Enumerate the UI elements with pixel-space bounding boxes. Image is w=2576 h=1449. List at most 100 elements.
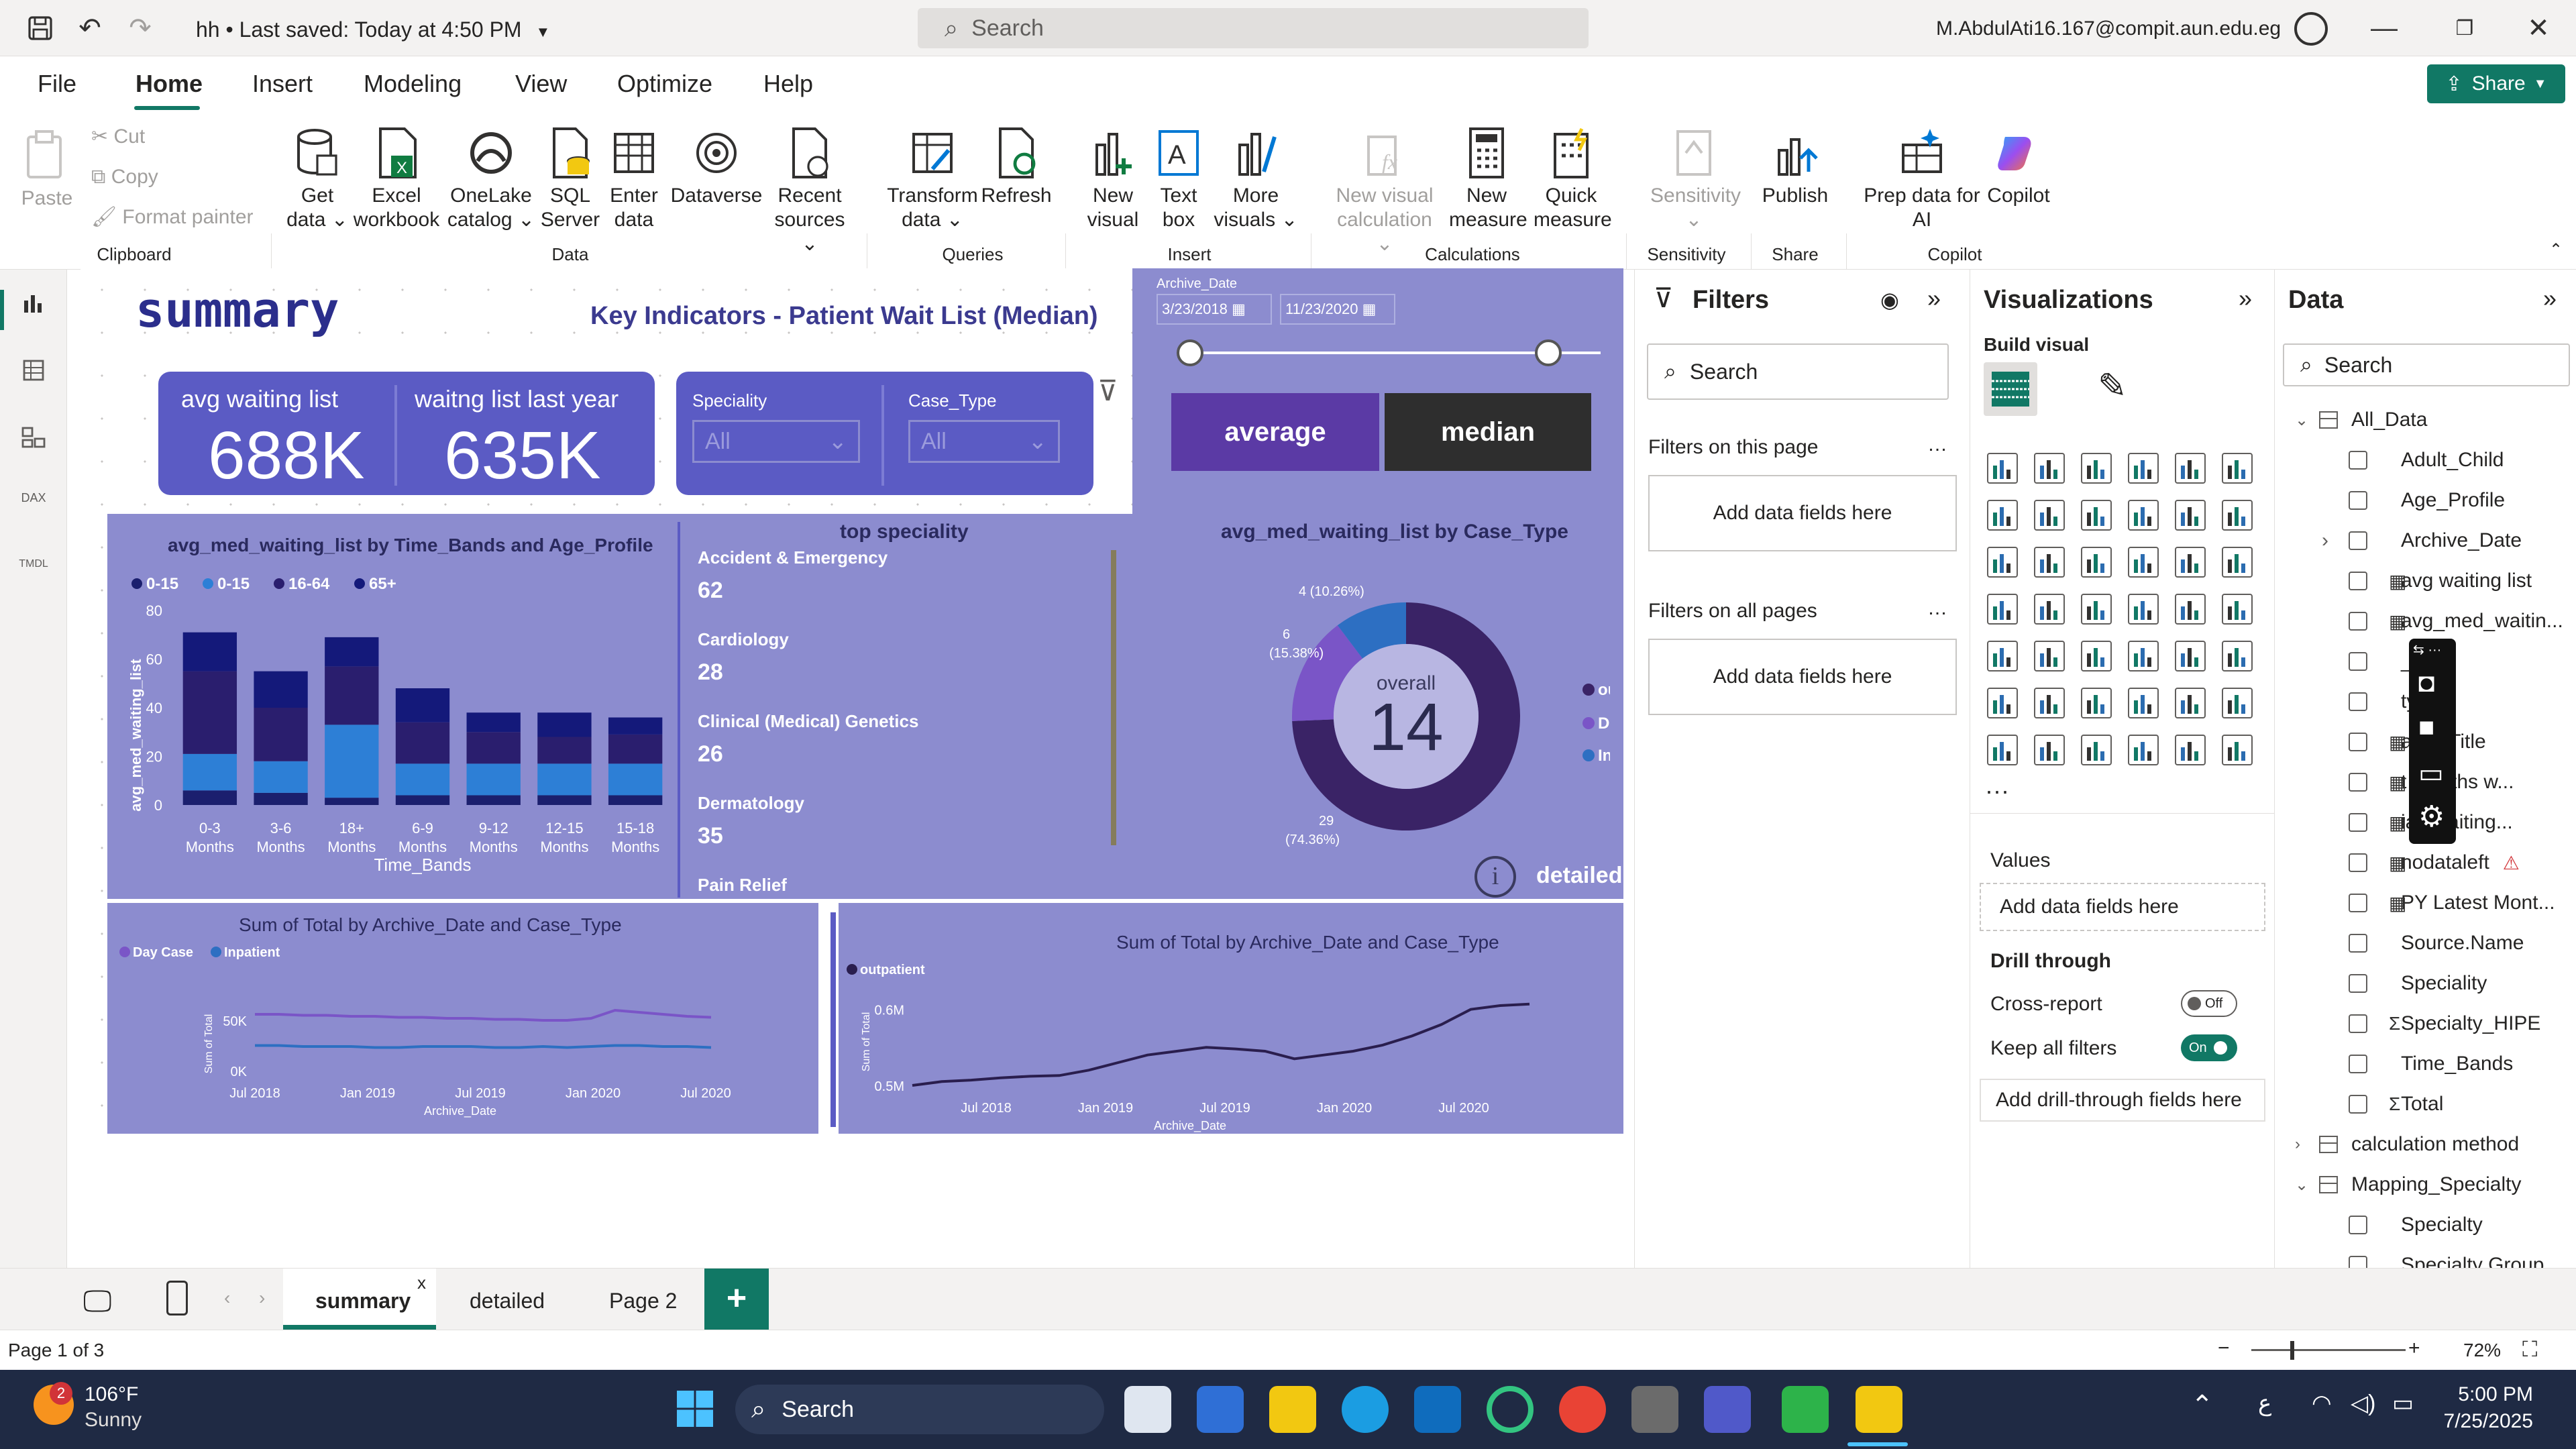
- report-view-icon[interactable]: [17, 290, 50, 322]
- field-checkbox[interactable]: [2349, 733, 2367, 751]
- quick-measure-button[interactable]: Quick measure: [1534, 126, 1612, 232]
- search-input[interactable]: ⌕ Search: [918, 8, 1589, 48]
- paste-button[interactable]: Paste: [19, 129, 75, 211]
- line-chart-1[interactable]: Sum of Total by Archive_Date and Case_Ty…: [107, 903, 818, 1134]
- data-field-item[interactable]: › Archive_Date: [2322, 522, 2522, 559]
- stacked-bar-icon[interactable]: [1987, 453, 2018, 484]
- copilot-button[interactable]: Copilot: [1982, 126, 2055, 208]
- menu-insert[interactable]: Insert: [252, 70, 313, 98]
- date-start-input[interactable]: 3/23/2018 ▦: [1157, 294, 1272, 325]
- app-icon[interactable]: [1782, 1386, 1829, 1433]
- field-checkbox[interactable]: [2349, 1216, 2367, 1234]
- diamond-icon[interactable]: [2175, 735, 2206, 765]
- field-checkbox[interactable]: [2349, 572, 2367, 590]
- format-painter-button[interactable]: 🖌 Format painter: [91, 205, 254, 229]
- table-icon[interactable]: [2128, 641, 2159, 672]
- data-field-item[interactable]: Time_Bands: [2349, 1045, 2513, 1083]
- speciality-item[interactable]: Cardiology 28: [698, 629, 1100, 686]
- 100-bar-icon[interactable]: [2175, 453, 2206, 484]
- filter-visual-icon[interactable]: ⊽: [1097, 374, 1118, 407]
- date-end-input[interactable]: 11/23/2020 ▦: [1280, 294, 1395, 325]
- menu-view[interactable]: View: [515, 70, 567, 98]
- paginated-icon[interactable]: [1987, 735, 2018, 765]
- metrics-icon[interactable]: [2081, 735, 2112, 765]
- field-checkbox[interactable]: [2349, 692, 2367, 711]
- close-tab-icon[interactable]: x: [417, 1273, 426, 1293]
- speciality-slicer-dropdown[interactable]: All ⌄: [692, 420, 860, 463]
- trophy-icon[interactable]: [2222, 688, 2253, 718]
- filters-page-dropzone[interactable]: Add data fields here: [1648, 475, 1957, 551]
- field-checkbox[interactable]: [2349, 974, 2367, 993]
- model-view-icon[interactable]: [17, 424, 50, 456]
- taskbar-search[interactable]: ⌕ Search: [735, 1385, 1104, 1434]
- collapse-ribbon-icon[interactable]: ⌃: [2549, 240, 2563, 260]
- filters-all-dropzone[interactable]: Add data fields here: [1648, 639, 1957, 715]
- kpi-icon[interactable]: [2034, 641, 2065, 672]
- line-chart-icon[interactable]: [1987, 500, 2018, 531]
- fit-page-icon[interactable]: ⛶: [2522, 1337, 2537, 1362]
- redo-icon[interactable]: ↷: [124, 12, 156, 44]
- multi-row-card-icon[interactable]: [1987, 641, 2018, 672]
- speciality-scrollbar[interactable]: [1111, 550, 1116, 845]
- donut-chart[interactable]: overall144 (10.26%)6(15.38%)29(74.36%)ou…: [1167, 564, 1610, 859]
- data-field-item[interactable]: ▦ nodataleft ⚠: [2349, 844, 2520, 881]
- clustered-column-icon[interactable]: [2128, 453, 2159, 484]
- new-visual-button[interactable]: New visual: [1076, 126, 1150, 232]
- data-field-item[interactable]: Σ Total: [2349, 1085, 2443, 1123]
- decomp-tree-icon[interactable]: [2081, 688, 2112, 718]
- data-field-item[interactable]: ▦ PY Latest Mont...: [2349, 884, 2555, 922]
- key-influencers-icon[interactable]: [2034, 688, 2065, 718]
- onelake-button[interactable]: OneLake catalog ⌄: [445, 126, 537, 232]
- visual-types-grid[interactable]: [1985, 451, 2267, 826]
- wifi-icon[interactable]: ◠: [2312, 1390, 2332, 1417]
- top-speciality-list[interactable]: Accident & Emergency 62 Cardiology 28 Clinic…: [698, 547, 1114, 896]
- edge-icon[interactable]: [1342, 1386, 1389, 1433]
- detailed-button[interactable]: detailed: [1536, 863, 1622, 889]
- new-visual-calculation-button[interactable]: fx New visual calculation ⌄: [1331, 126, 1438, 256]
- file-title[interactable]: hh • Last saved: Today at 4:50 PM ▼: [196, 17, 550, 42]
- table-view-icon[interactable]: [17, 357, 50, 389]
- save-icon[interactable]: [24, 12, 56, 44]
- menu-file[interactable]: File: [38, 70, 76, 98]
- treemap-icon[interactable]: [1987, 594, 2018, 625]
- teams-icon[interactable]: [1704, 1386, 1751, 1433]
- cross-report-toggle[interactable]: Off: [2181, 990, 2237, 1017]
- data-field-item[interactable]: Source.Name: [2349, 924, 2524, 962]
- transform-data-button[interactable]: Transform data ⌄: [884, 126, 981, 232]
- snipping-tool-icon[interactable]: [1631, 1386, 1678, 1433]
- info-icon[interactable]: i: [1474, 856, 1516, 898]
- tmdl-view-icon[interactable]: TMDL: [17, 558, 50, 590]
- cut-button[interactable]: ✂ Cut: [91, 125, 145, 149]
- 100-column-icon[interactable]: [2222, 453, 2253, 484]
- publish-button[interactable]: Publish: [1762, 126, 1829, 208]
- field-checkbox[interactable]: [2349, 612, 2367, 631]
- windows-start-icon[interactable]: [675, 1389, 715, 1429]
- dax-query-view-icon[interactable]: DAX: [17, 491, 50, 523]
- new-measure-button[interactable]: New measure: [1449, 126, 1527, 232]
- speciality-item[interactable]: Accident & Emergency 62: [698, 547, 1100, 604]
- close-icon[interactable]: ✕: [2522, 12, 2555, 44]
- donut-icon[interactable]: [2222, 547, 2253, 578]
- clustered-bar-icon[interactable]: [2081, 453, 2112, 484]
- r-visual-icon[interactable]: [2222, 641, 2253, 672]
- azure-map-icon[interactable]: [2128, 594, 2159, 625]
- get-data-button[interactable]: Get data ⌄: [280, 126, 354, 232]
- prev-page-icon[interactable]: ‹: [224, 1287, 230, 1309]
- sensitivity-button[interactable]: Sensitivity ⌄: [1650, 126, 1741, 232]
- pie-icon[interactable]: [2175, 547, 2206, 578]
- undo-icon[interactable]: ↶: [74, 12, 106, 44]
- field-checkbox[interactable]: [2349, 894, 2367, 912]
- zoom-slider[interactable]: [2251, 1349, 2406, 1351]
- average-button[interactable]: average: [1171, 393, 1379, 471]
- battery-icon[interactable]: ▭: [2392, 1390, 2414, 1417]
- funnel-icon[interactable]: [2081, 547, 2112, 578]
- avatar-icon[interactable]: [2294, 12, 2328, 46]
- date-slider-start-handle[interactable]: [1177, 339, 1203, 366]
- recent-sources-button[interactable]: Recent sources ⌄: [765, 126, 855, 256]
- power-apps-icon[interactable]: [2128, 735, 2159, 765]
- data-field-item[interactable]: Σ Specialty_HIPE: [2349, 1005, 2540, 1042]
- build-visual-tab[interactable]: [1984, 362, 2037, 416]
- bar-chart[interactable]: avg_med_waiting_list by Time_Bands and A…: [107, 514, 684, 899]
- collapse-viz-icon[interactable]: »: [2239, 284, 2252, 313]
- outlook-icon[interactable]: [1414, 1386, 1461, 1433]
